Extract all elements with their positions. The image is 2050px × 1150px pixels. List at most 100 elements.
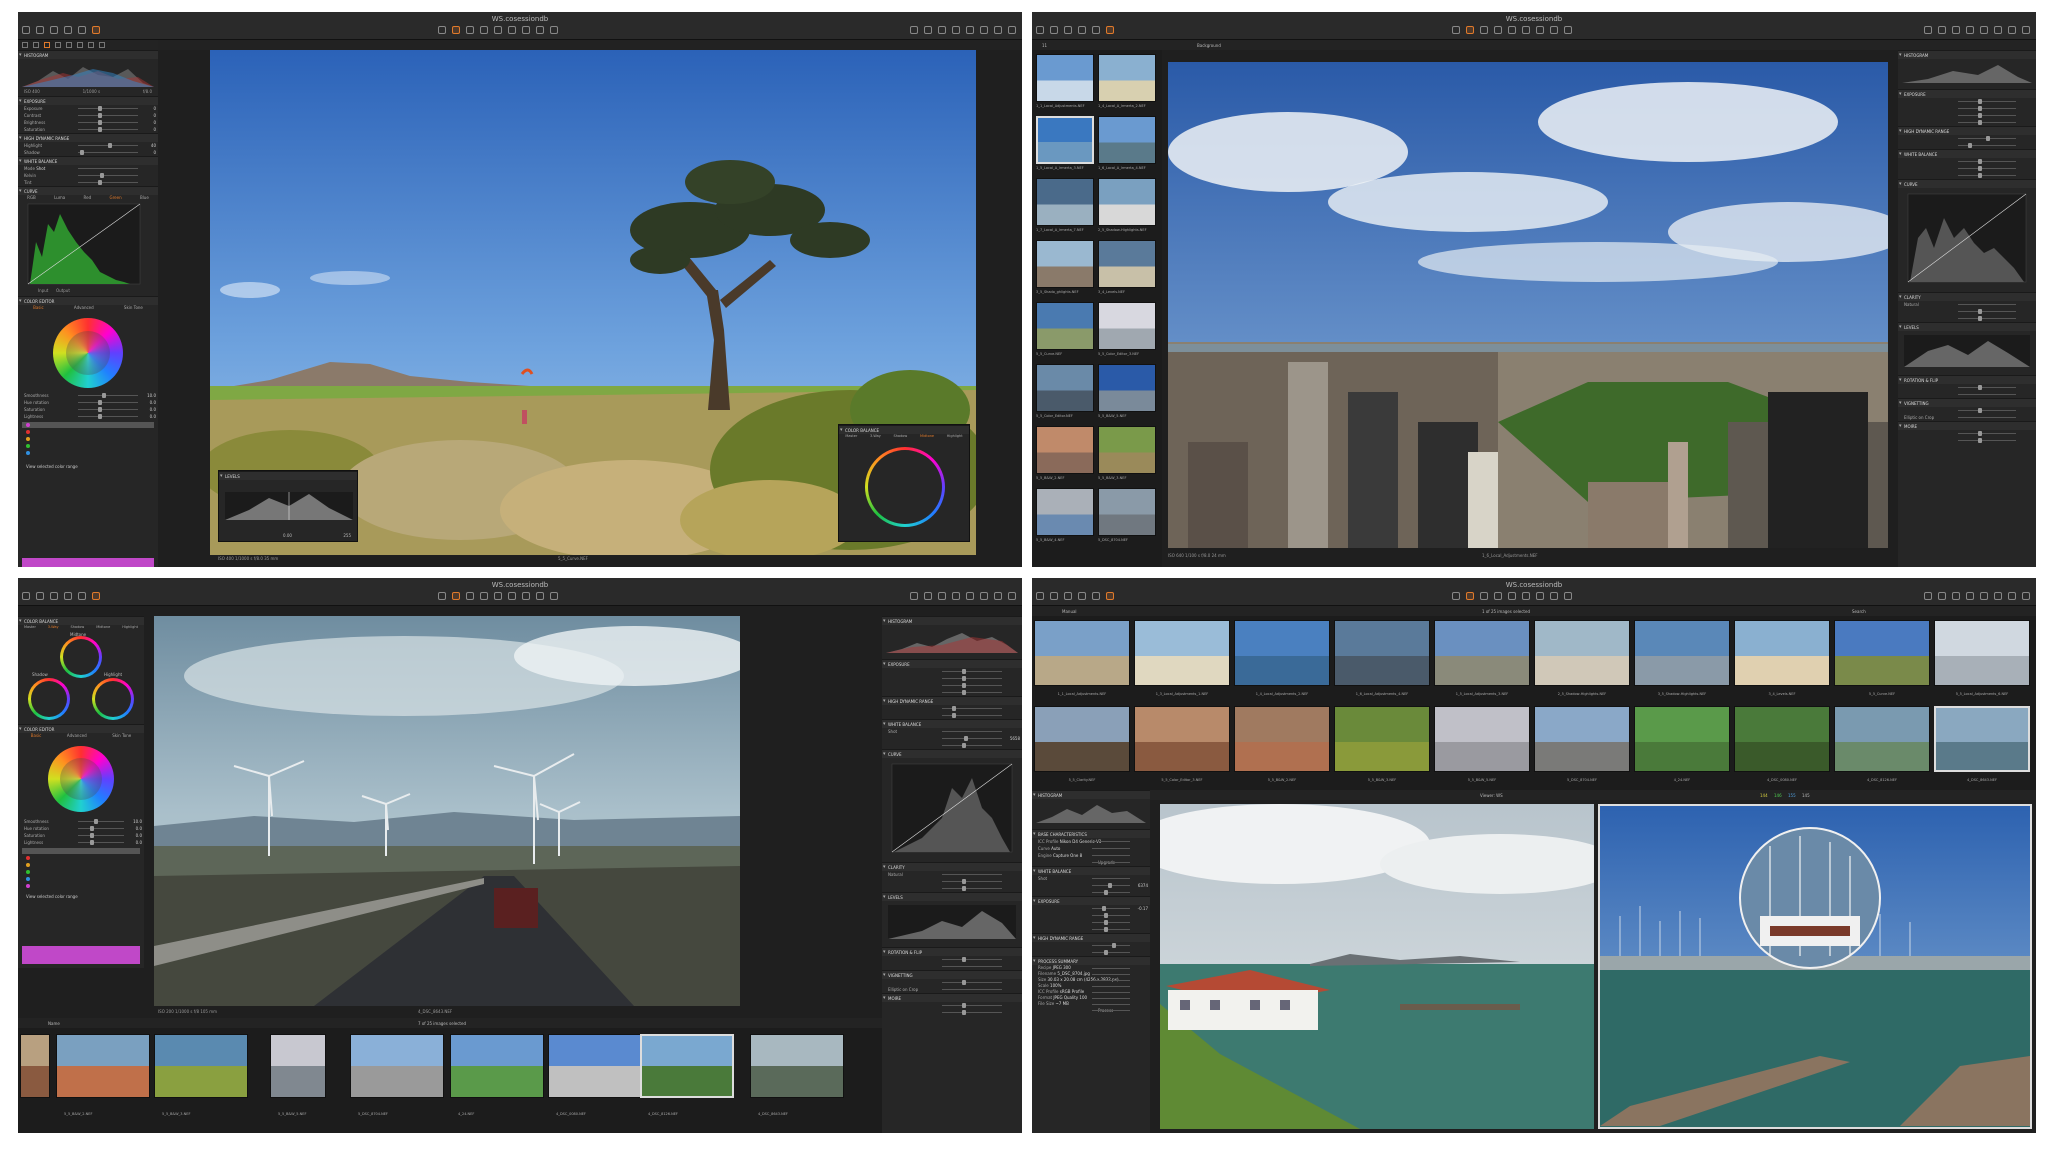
slider-knob[interactable] [962, 957, 966, 962]
slider-knob[interactable] [962, 1010, 966, 1015]
ce-saturation-slider[interactable]: Saturation 0.0 [18, 832, 144, 839]
levels-histogram[interactable] [882, 901, 1022, 943]
process-summary-header[interactable]: PROCESS SUMMARY [1032, 956, 1150, 966]
print-icon[interactable] [938, 26, 946, 34]
toolbox-icon[interactable] [1106, 26, 1114, 34]
smoothness-slider[interactable]: Smoothness 10.0 [18, 818, 144, 825]
redo-icon[interactable] [1092, 26, 1100, 34]
hdr-header[interactable]: HIGH DYNAMIC RANGE [1032, 933, 1150, 943]
help-icon[interactable] [1008, 26, 1016, 34]
warning-icon[interactable] [1966, 26, 1974, 34]
slider[interactable] [1898, 165, 2036, 172]
color-range-row-selected[interactable] [22, 848, 140, 854]
hue-rotation-slider[interactable]: Hue rotation 0.0 [18, 399, 158, 406]
slider[interactable] [882, 712, 1022, 719]
slider-knob[interactable] [90, 826, 94, 831]
grid-thumbnail[interactable] [1534, 706, 1630, 772]
filmstrip-thumbnail[interactable] [450, 1034, 544, 1098]
slider[interactable] [882, 705, 1022, 712]
slider-knob[interactable] [1978, 309, 1982, 314]
slider-knob[interactable] [962, 669, 966, 674]
eraser-icon[interactable] [1550, 592, 1558, 600]
slider-knob[interactable] [952, 713, 956, 718]
brush-icon[interactable] [1536, 26, 1544, 34]
exposure-header[interactable]: EXPOSURE [1032, 896, 1150, 906]
slider-knob[interactable] [1978, 106, 1982, 111]
color-range-row-selected[interactable] [22, 422, 154, 428]
moire-header[interactable]: MOIRE [882, 993, 1022, 1003]
redo-icon[interactable] [78, 26, 86, 34]
slider[interactable] [882, 1002, 1022, 1009]
eyedropper-icon[interactable] [966, 592, 974, 600]
slider[interactable] [882, 668, 1022, 675]
eraser-icon[interactable] [536, 592, 544, 600]
sort-label[interactable]: Name [48, 1021, 60, 1026]
slider[interactable] [882, 963, 1022, 970]
clarity-method[interactable]: Natural [882, 871, 1022, 878]
slider[interactable] [1898, 384, 2036, 391]
slider-knob[interactable] [90, 840, 94, 845]
color-editor-header[interactable]: COLOR EDITOR [18, 724, 144, 734]
import-icon[interactable] [22, 26, 30, 34]
kelvin-slider[interactable]: 6374 [1032, 882, 1150, 889]
slider[interactable] [1032, 942, 1150, 949]
eyedropper-icon[interactable] [1980, 26, 1988, 34]
slider-knob[interactable] [1978, 159, 1982, 164]
slider-knob[interactable] [98, 120, 102, 125]
slider-knob[interactable] [1978, 173, 1982, 178]
grid-thumbnail[interactable] [1434, 620, 1530, 686]
filmstrip-thumbnail[interactable] [154, 1034, 248, 1098]
crop-icon[interactable] [1494, 592, 1502, 600]
highlight-wheel[interactable] [92, 678, 134, 720]
capture-tab-icon[interactable] [33, 42, 39, 48]
browser-thumbnail[interactable] [1098, 178, 1156, 226]
slider-knob[interactable] [962, 980, 966, 985]
grid-thumbnail[interactable] [1234, 620, 1330, 686]
keystone-icon[interactable] [508, 26, 516, 34]
slider[interactable] [882, 689, 1022, 696]
browser-thumbnail[interactable] [1098, 54, 1156, 102]
print-icon[interactable] [1952, 26, 1960, 34]
filmstrip-thumbnail[interactable] [20, 1034, 50, 1098]
crop-icon[interactable] [1494, 26, 1502, 34]
slider-knob[interactable] [108, 143, 112, 148]
histogram-header[interactable]: HISTOGRAM [1898, 50, 2036, 60]
slider-knob[interactable] [98, 414, 102, 419]
histogram-header[interactable]: HISTOGRAM [1032, 790, 1150, 800]
curve-graph[interactable] [1898, 188, 2036, 288]
rotate-icon[interactable] [494, 26, 502, 34]
hand-icon[interactable] [1466, 592, 1474, 600]
slider-knob[interactable] [1104, 890, 1108, 895]
slider[interactable] [1032, 949, 1150, 956]
grid-icon[interactable] [910, 26, 918, 34]
keystone-icon[interactable] [1522, 592, 1530, 600]
search-input[interactable]: Search [1852, 609, 1866, 614]
slider-knob[interactable] [962, 690, 966, 695]
grid-thumbnail[interactable] [1134, 706, 1230, 772]
curve-header[interactable]: CURVE [882, 749, 1022, 759]
slider[interactable] [1898, 315, 2036, 322]
picker-icon[interactable] [1564, 26, 1572, 34]
help-icon[interactable] [2022, 592, 2030, 600]
zoom-icon[interactable] [1480, 26, 1488, 34]
browser-thumbnail[interactable] [1098, 488, 1156, 536]
grid-thumbnail[interactable] [1134, 620, 1230, 686]
browser-thumbnail[interactable] [1036, 364, 1094, 412]
slider[interactable] [1898, 105, 2036, 112]
grid-thumbnail[interactable] [1334, 706, 1430, 772]
lightness-slider[interactable]: Lightness 0.0 [18, 839, 144, 846]
crop-icon[interactable] [480, 26, 488, 34]
hand-icon[interactable] [452, 592, 460, 600]
slider[interactable] [1898, 158, 2036, 165]
slider-knob[interactable] [80, 150, 84, 155]
library-tab-icon[interactable] [22, 42, 28, 48]
slider-knob[interactable] [94, 819, 98, 824]
slider-knob[interactable] [964, 736, 968, 741]
filmstrip-thumbnail[interactable] [56, 1034, 150, 1098]
share-icon[interactable] [980, 26, 988, 34]
slider[interactable] [882, 1009, 1022, 1016]
tint-slider[interactable] [1032, 889, 1150, 896]
clarity-header[interactable]: CLARITY [1898, 292, 2036, 302]
curve-graph[interactable] [18, 202, 158, 288]
camera-icon[interactable] [36, 592, 44, 600]
